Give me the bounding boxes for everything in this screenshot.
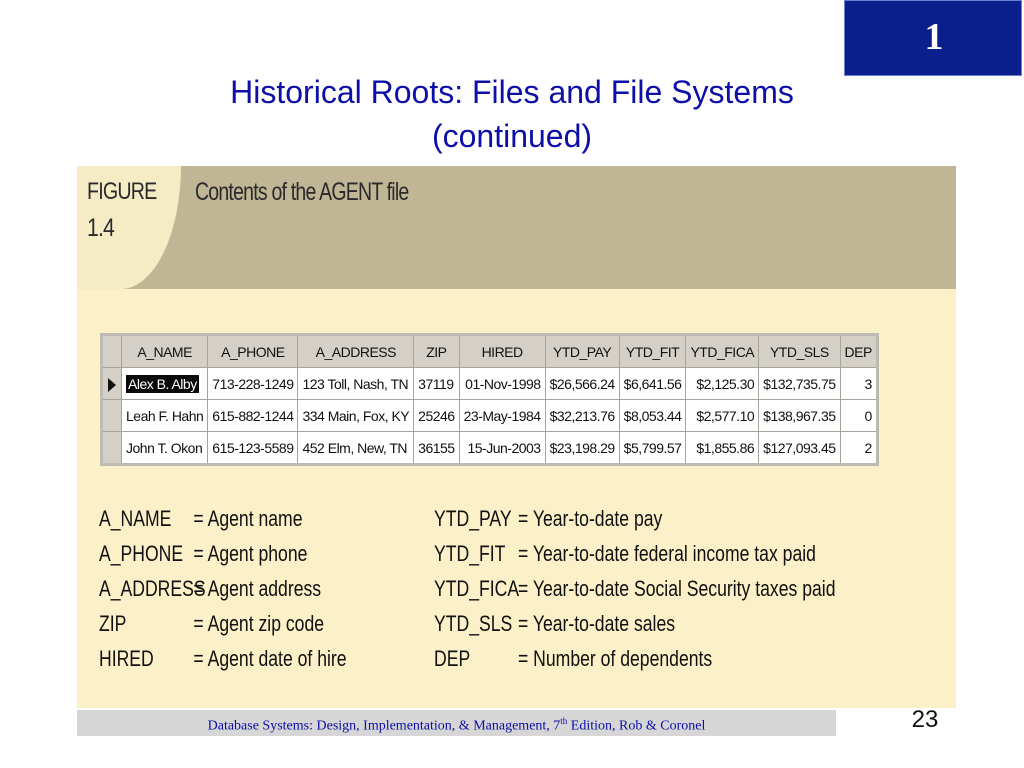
legend-description: = Agent name — [193, 506, 303, 531]
legend-description: = Year-to-date pay — [518, 506, 663, 531]
table-row: John T. Okon 615-123-5589 452 Elm, New, … — [101, 431, 878, 465]
table-cell: $132,735.75 — [758, 367, 841, 400]
column-header: A_ADDRESS — [297, 334, 415, 368]
table-cell: $2,577.10 — [685, 399, 760, 432]
legend-description: = Year-to-date federal income tax paid — [518, 541, 816, 566]
legend-description: = Agent phone — [193, 541, 308, 566]
table-cell: 713-228-1249 — [207, 367, 299, 400]
legend-code: A_ADDRESS — [99, 576, 206, 601]
row-selector-header — [101, 334, 122, 368]
table-cell: 334 Main, Fox, KY — [297, 399, 415, 432]
table-cell: 123 Toll, Nash, TN — [297, 367, 415, 400]
table-cell: $2,125.30 — [685, 367, 760, 400]
column-header: YTD_PAY — [544, 334, 620, 368]
agent-table: A_NAME A_PHONE A_ADDRESS ZIP HIRED YTD_P… — [100, 333, 879, 466]
field-legend: A_NAME = Agent name A_PHONE = Agent phon… — [99, 506, 939, 686]
table-cell: $6,641.56 — [618, 367, 687, 400]
figure-caption: Contents of the AGENT file — [195, 178, 409, 206]
column-header: HIRED — [458, 334, 546, 368]
slide-title-line1: Historical Roots: Files and File Systems — [230, 74, 794, 110]
column-header: A_PHONE — [207, 334, 299, 368]
table-cell: $26,566.24 — [544, 367, 620, 400]
legend-description: = Year-to-date sales — [518, 611, 676, 636]
column-header: A_NAME — [120, 334, 209, 368]
row-selector — [101, 431, 122, 465]
legend-code: ZIP — [99, 611, 127, 636]
legend-code: YTD_FICA — [434, 576, 520, 601]
legend-code: YTD_PAY — [434, 506, 512, 531]
column-header: YTD_FICA — [685, 334, 760, 368]
footer-bar: Database Systems: Design, Implementation… — [77, 710, 836, 736]
table-cell: 0 — [839, 399, 878, 432]
page-number: 23 — [911, 706, 939, 733]
slide-title: Historical Roots: Files and File Systems… — [140, 70, 884, 158]
table-cell: $138,967.35 — [758, 399, 841, 432]
legend-code: A_NAME — [99, 506, 172, 531]
chapter-badge: 1 — [844, 0, 1022, 76]
table-cell: 615-123-5589 — [207, 431, 299, 465]
table-cell: John T. Okon — [120, 431, 209, 465]
figure-number: 1.4 — [87, 214, 115, 242]
table-cell: 23-May-1984 — [458, 399, 546, 432]
table-cell: 25246 — [413, 399, 460, 432]
table-cell: 3 — [839, 367, 878, 400]
legend-code: DEP — [434, 646, 471, 671]
table-cell: $32,213.76 — [544, 399, 620, 432]
slide-title-line2: (continued) — [431, 118, 593, 154]
table-cell: Alex B. Alby — [120, 367, 209, 400]
column-header: YTD_FIT — [618, 334, 687, 368]
table-cell: 15-Jun-2003 — [458, 431, 546, 465]
legend-description: = Year-to-date Social Security taxes pai… — [518, 576, 836, 601]
table-cell: 2 — [839, 431, 878, 465]
table-cell: 36155 — [413, 431, 460, 465]
legend-code: HIRED — [99, 646, 154, 671]
table-cell: Leah F. Hahn — [120, 399, 209, 432]
figure-panel: FIGURE 1.4 Contents of the AGENT file A_… — [77, 166, 956, 708]
table-header-row: A_NAME A_PHONE A_ADDRESS ZIP HIRED YTD_P… — [101, 334, 878, 368]
chapter-number: 1 — [924, 16, 944, 58]
table-cell: $8,053.44 — [618, 399, 687, 432]
column-header: ZIP — [413, 334, 460, 368]
table-cell: 37119 — [413, 367, 460, 400]
legend-code: A_PHONE — [99, 541, 184, 566]
table-cell: 01-Nov-1998 — [458, 367, 546, 400]
selected-cell-text: Alex B. Alby — [126, 374, 199, 393]
legend-description: = Agent address — [193, 576, 322, 601]
legend-code: YTD_FIT — [434, 541, 506, 566]
table-row: Leah F. Hahn 615-882-1244 334 Main, Fox,… — [101, 399, 878, 432]
legend-code: YTD_SLS — [434, 611, 513, 636]
column-header: DEP — [839, 334, 878, 368]
legend-description: = Agent date of hire — [193, 646, 347, 671]
row-selector — [101, 399, 122, 432]
table-cell: 452 Elm, New, TN — [297, 431, 415, 465]
table-cell: $5,799.57 — [618, 431, 687, 465]
table-cell: 615-882-1244 — [207, 399, 299, 432]
footer-text-main: Database Systems: Design, Implementation… — [207, 718, 561, 734]
current-record-arrow-icon — [108, 377, 116, 392]
table-cell: $23,198.29 — [544, 431, 620, 465]
column-header: YTD_SLS — [758, 334, 841, 368]
legend-description: = Number of dependents — [518, 646, 713, 671]
table-cell: $1,855.86 — [685, 431, 760, 465]
figure-word: FIGURE — [87, 178, 157, 205]
legend-description: = Agent zip code — [193, 611, 325, 636]
footer-citation: Database Systems: Design, Implementation… — [77, 716, 836, 735]
table-row: Alex B. Alby 713-228-1249 123 Toll, Nash… — [101, 367, 878, 400]
footer-text-end: Edition, Rob & Coronel — [567, 718, 706, 734]
table-cell: $127,093.45 — [758, 431, 841, 465]
row-selector — [101, 367, 122, 400]
